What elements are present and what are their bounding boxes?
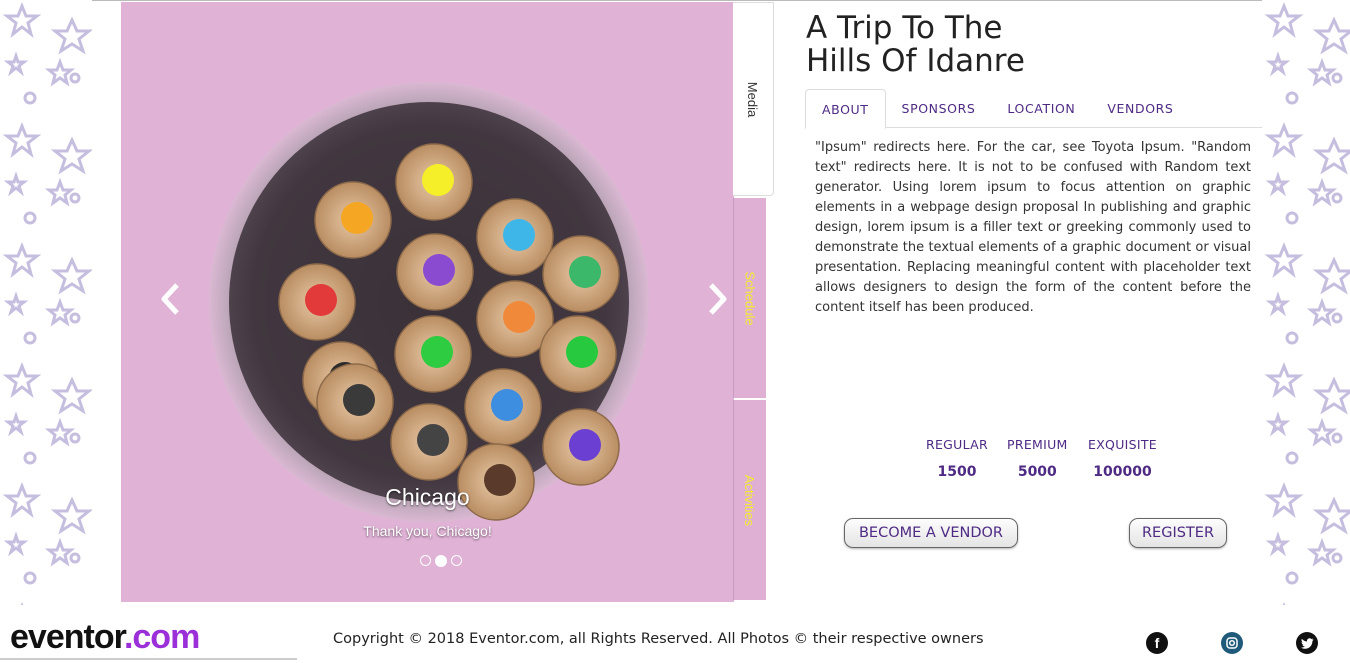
chevron-right-icon — [709, 283, 727, 315]
event-title-line-2: Hills Of Idanre — [806, 43, 1025, 79]
tab-activities[interactable]: Activities — [733, 400, 766, 600]
price-premium-label: PREMIUM — [1007, 437, 1068, 452]
top-border — [0, 0, 1350, 1]
tab-schedule-label: Schedule — [742, 270, 758, 326]
carousel-indicator-2[interactable] — [435, 555, 447, 567]
about-text: "Ipsum" redirects here. For the car, see… — [815, 140, 1251, 315]
image-carousel[interactable]: Chicago Thank you, Chicago! — [121, 2, 734, 602]
tab-sponsors[interactable]: SPONSORS — [886, 89, 992, 128]
price-exquisite: EXQUISITE 100000 — [1088, 437, 1157, 480]
bottom-divider — [0, 658, 297, 660]
carousel-prev-button[interactable] — [155, 277, 185, 321]
price-premium: PREMIUM 5000 — [1007, 437, 1068, 480]
price-regular-value: 1500 — [937, 464, 977, 480]
logo-text-main: eventor — [10, 618, 125, 656]
chevron-left-icon — [161, 283, 179, 315]
twitter-icon[interactable] — [1296, 632, 1318, 654]
carousel-indicator-3[interactable] — [451, 555, 462, 566]
tab-location[interactable]: LOCATION — [991, 89, 1091, 128]
tab-vendors[interactable]: VENDORS — [1091, 89, 1189, 128]
price-premium-value: 5000 — [1017, 464, 1057, 480]
info-tabs: ABOUT SPONSORS LOCATION VENDORS — [805, 89, 1262, 129]
carousel-next-button[interactable] — [703, 277, 733, 321]
decorative-pattern-left — [0, 0, 92, 605]
register-button[interactable]: REGISTER — [1129, 518, 1227, 548]
instagram-glyph — [1226, 637, 1238, 649]
twitter-glyph — [1300, 637, 1313, 649]
tab-activities-label: Activities — [742, 474, 758, 526]
logo-text-domain: .com — [123, 618, 200, 656]
carousel-caption-subtitle: Thank you, Chicago! — [363, 523, 492, 539]
event-title-line-1: A Trip To The — [806, 10, 1003, 46]
carousel-indicators — [420, 555, 462, 567]
tab-media-label: Media — [745, 81, 761, 117]
carousel-caption-title: Chicago — [385, 484, 470, 510]
carousel-indicator-1[interactable] — [420, 555, 431, 566]
price-exquisite-value: 100000 — [1093, 464, 1152, 480]
price-exquisite-label: EXQUISITE — [1088, 437, 1157, 452]
price-regular-label: REGULAR — [926, 437, 989, 452]
copyright-text: Copyright © 2018 Eventor.com, all Rights… — [333, 631, 984, 647]
price-regular: REGULAR 1500 — [926, 437, 988, 480]
event-title: A Trip To The Hills Of Idanre — [806, 12, 1126, 78]
footer: eventor.com Copyright © 2018 Eventor.com… — [0, 605, 1350, 663]
decorative-pattern-right — [1262, 0, 1350, 605]
tab-schedule[interactable]: Schedule — [733, 198, 766, 398]
become-vendor-button[interactable]: BECOME A VENDOR — [844, 518, 1018, 548]
tab-media[interactable]: Media — [733, 2, 774, 196]
eventor-logo[interactable]: eventor.com — [10, 618, 200, 656]
tab-about[interactable]: ABOUT — [805, 89, 886, 129]
vertical-tabs: Media Schedule Activities — [733, 2, 774, 602]
instagram-icon[interactable] — [1221, 632, 1243, 654]
colored-pencils-photo — [121, 2, 734, 602]
facebook-icon[interactable]: f — [1146, 632, 1168, 654]
